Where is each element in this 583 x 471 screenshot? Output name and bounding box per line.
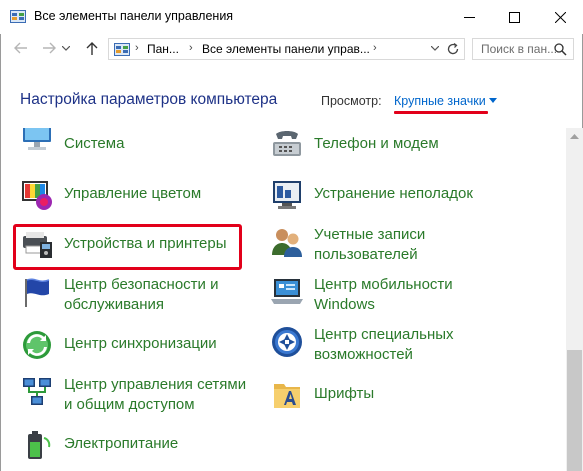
recent-locations-button[interactable] bbox=[60, 36, 74, 62]
item-sync-center-label: Центр синхронизации bbox=[64, 335, 217, 352]
search-input[interactable]: Поиск в пан... bbox=[472, 38, 574, 60]
color-management-icon bbox=[22, 181, 52, 210]
sync-center-icon bbox=[23, 331, 51, 359]
mobility-center-icon bbox=[271, 279, 303, 304]
item-mobility-center-label: Центр мобильности Windows bbox=[314, 276, 453, 313]
troubleshooting-icon bbox=[273, 181, 301, 209]
control-panel-icon bbox=[10, 10, 26, 23]
arrow-left-icon bbox=[14, 42, 27, 54]
item-phone-modem-label: Телефон и модем bbox=[314, 135, 439, 152]
item-security-maintenance[interactable]: Центр безопасности и обслуживания bbox=[20, 275, 260, 315]
close-icon bbox=[555, 12, 566, 23]
search-placeholder: Поиск в пан... bbox=[481, 42, 558, 56]
refresh-icon[interactable] bbox=[446, 42, 460, 56]
item-power-options-label: Электропитание bbox=[64, 435, 179, 452]
item-color-management-label: Управление цветом bbox=[64, 185, 202, 202]
breadcrumb-separator-icon[interactable]: › bbox=[189, 42, 193, 54]
item-troubleshooting[interactable]: Устранение неполадок bbox=[270, 178, 530, 212]
page-title: Настройка параметров компьютера bbox=[20, 91, 278, 108]
search-icon bbox=[554, 43, 567, 56]
item-power-options[interactable]: Электропитание bbox=[20, 428, 260, 462]
view-by-underline-annotation bbox=[394, 111, 488, 114]
vertical-scrollbar[interactable] bbox=[566, 128, 583, 471]
item-user-accounts[interactable]: Учетные записи пользователей bbox=[270, 225, 530, 265]
maximize-icon bbox=[509, 12, 520, 23]
item-mobility-center[interactable]: Центр мобильности Windows bbox=[270, 275, 530, 315]
item-fonts[interactable]: Шрифты bbox=[270, 378, 530, 412]
system-monitor-icon bbox=[23, 128, 51, 150]
maximize-button[interactable] bbox=[492, 0, 537, 34]
item-phone-modem[interactable]: Телефон и модем bbox=[270, 128, 530, 162]
close-button[interactable] bbox=[538, 0, 583, 34]
scrollbar-thumb[interactable] bbox=[567, 350, 582, 471]
breadcrumb-separator-icon[interactable]: › bbox=[373, 42, 377, 54]
title-bar: Все элементы панели управления bbox=[0, 0, 583, 34]
scroll-up-icon[interactable] bbox=[570, 134, 579, 139]
minimize-icon bbox=[464, 17, 475, 18]
item-security-maintenance-label: Центр безопасности и обслуживания bbox=[64, 276, 219, 313]
breadcrumb-all-items[interactable]: Все элементы панели управ... bbox=[202, 42, 370, 56]
control-panel-icon bbox=[114, 43, 130, 56]
fonts-folder-icon bbox=[274, 384, 300, 408]
item-accessibility-label: Центр специальных возможностей bbox=[314, 326, 454, 363]
control-panel-window: Все элементы панели управления › Пан... bbox=[0, 0, 583, 471]
window-title: Все элементы панели управления bbox=[34, 9, 234, 23]
phone-modem-icon bbox=[273, 131, 301, 156]
chevron-down-icon[interactable] bbox=[431, 46, 439, 51]
minimize-button[interactable] bbox=[447, 0, 492, 34]
item-network-center[interactable]: Центр управления сетями и общим доступом bbox=[20, 375, 260, 415]
item-troubleshooting-label: Устранение неполадок bbox=[314, 185, 473, 202]
control-panel-items: Система Телефон и модем Управление цвето… bbox=[0, 128, 566, 471]
breadcrumb-control-panel[interactable]: Пан... bbox=[147, 42, 179, 56]
user-accounts-icon bbox=[272, 229, 302, 257]
up-button[interactable] bbox=[82, 36, 104, 62]
accessibility-icon bbox=[272, 327, 302, 357]
back-button[interactable] bbox=[10, 36, 32, 62]
arrow-up-icon bbox=[86, 42, 98, 55]
item-color-management[interactable]: Управление цветом bbox=[20, 178, 220, 212]
item-fonts-label: Шрифты bbox=[314, 385, 375, 402]
power-battery-icon bbox=[28, 431, 51, 459]
view-by-dropdown[interactable]: Крупные значки bbox=[394, 94, 486, 108]
view-by-label: Просмотр: bbox=[321, 94, 382, 108]
forward-button[interactable] bbox=[38, 36, 60, 62]
network-center-icon bbox=[23, 378, 51, 405]
item-accessibility[interactable]: Центр специальных возможностей bbox=[270, 325, 530, 365]
chevron-down-icon bbox=[62, 46, 70, 51]
breadcrumb-separator-icon: › bbox=[135, 42, 139, 54]
item-system[interactable]: Система bbox=[20, 128, 220, 162]
security-flag-icon bbox=[25, 278, 50, 307]
item-system-label: Система bbox=[64, 135, 125, 152]
highlight-annotation-box bbox=[13, 224, 242, 270]
item-user-accounts-label: Учетные записи пользователей bbox=[314, 226, 426, 263]
item-network-center-label: Центр управления сетями и общим доступом bbox=[64, 376, 247, 413]
item-sync-center[interactable]: Центр синхронизации bbox=[20, 328, 260, 362]
arrow-right-icon bbox=[43, 42, 56, 54]
caret-down-icon[interactable] bbox=[489, 98, 497, 103]
address-bar[interactable]: › Пан... › Все элементы панели управ... … bbox=[108, 38, 465, 60]
